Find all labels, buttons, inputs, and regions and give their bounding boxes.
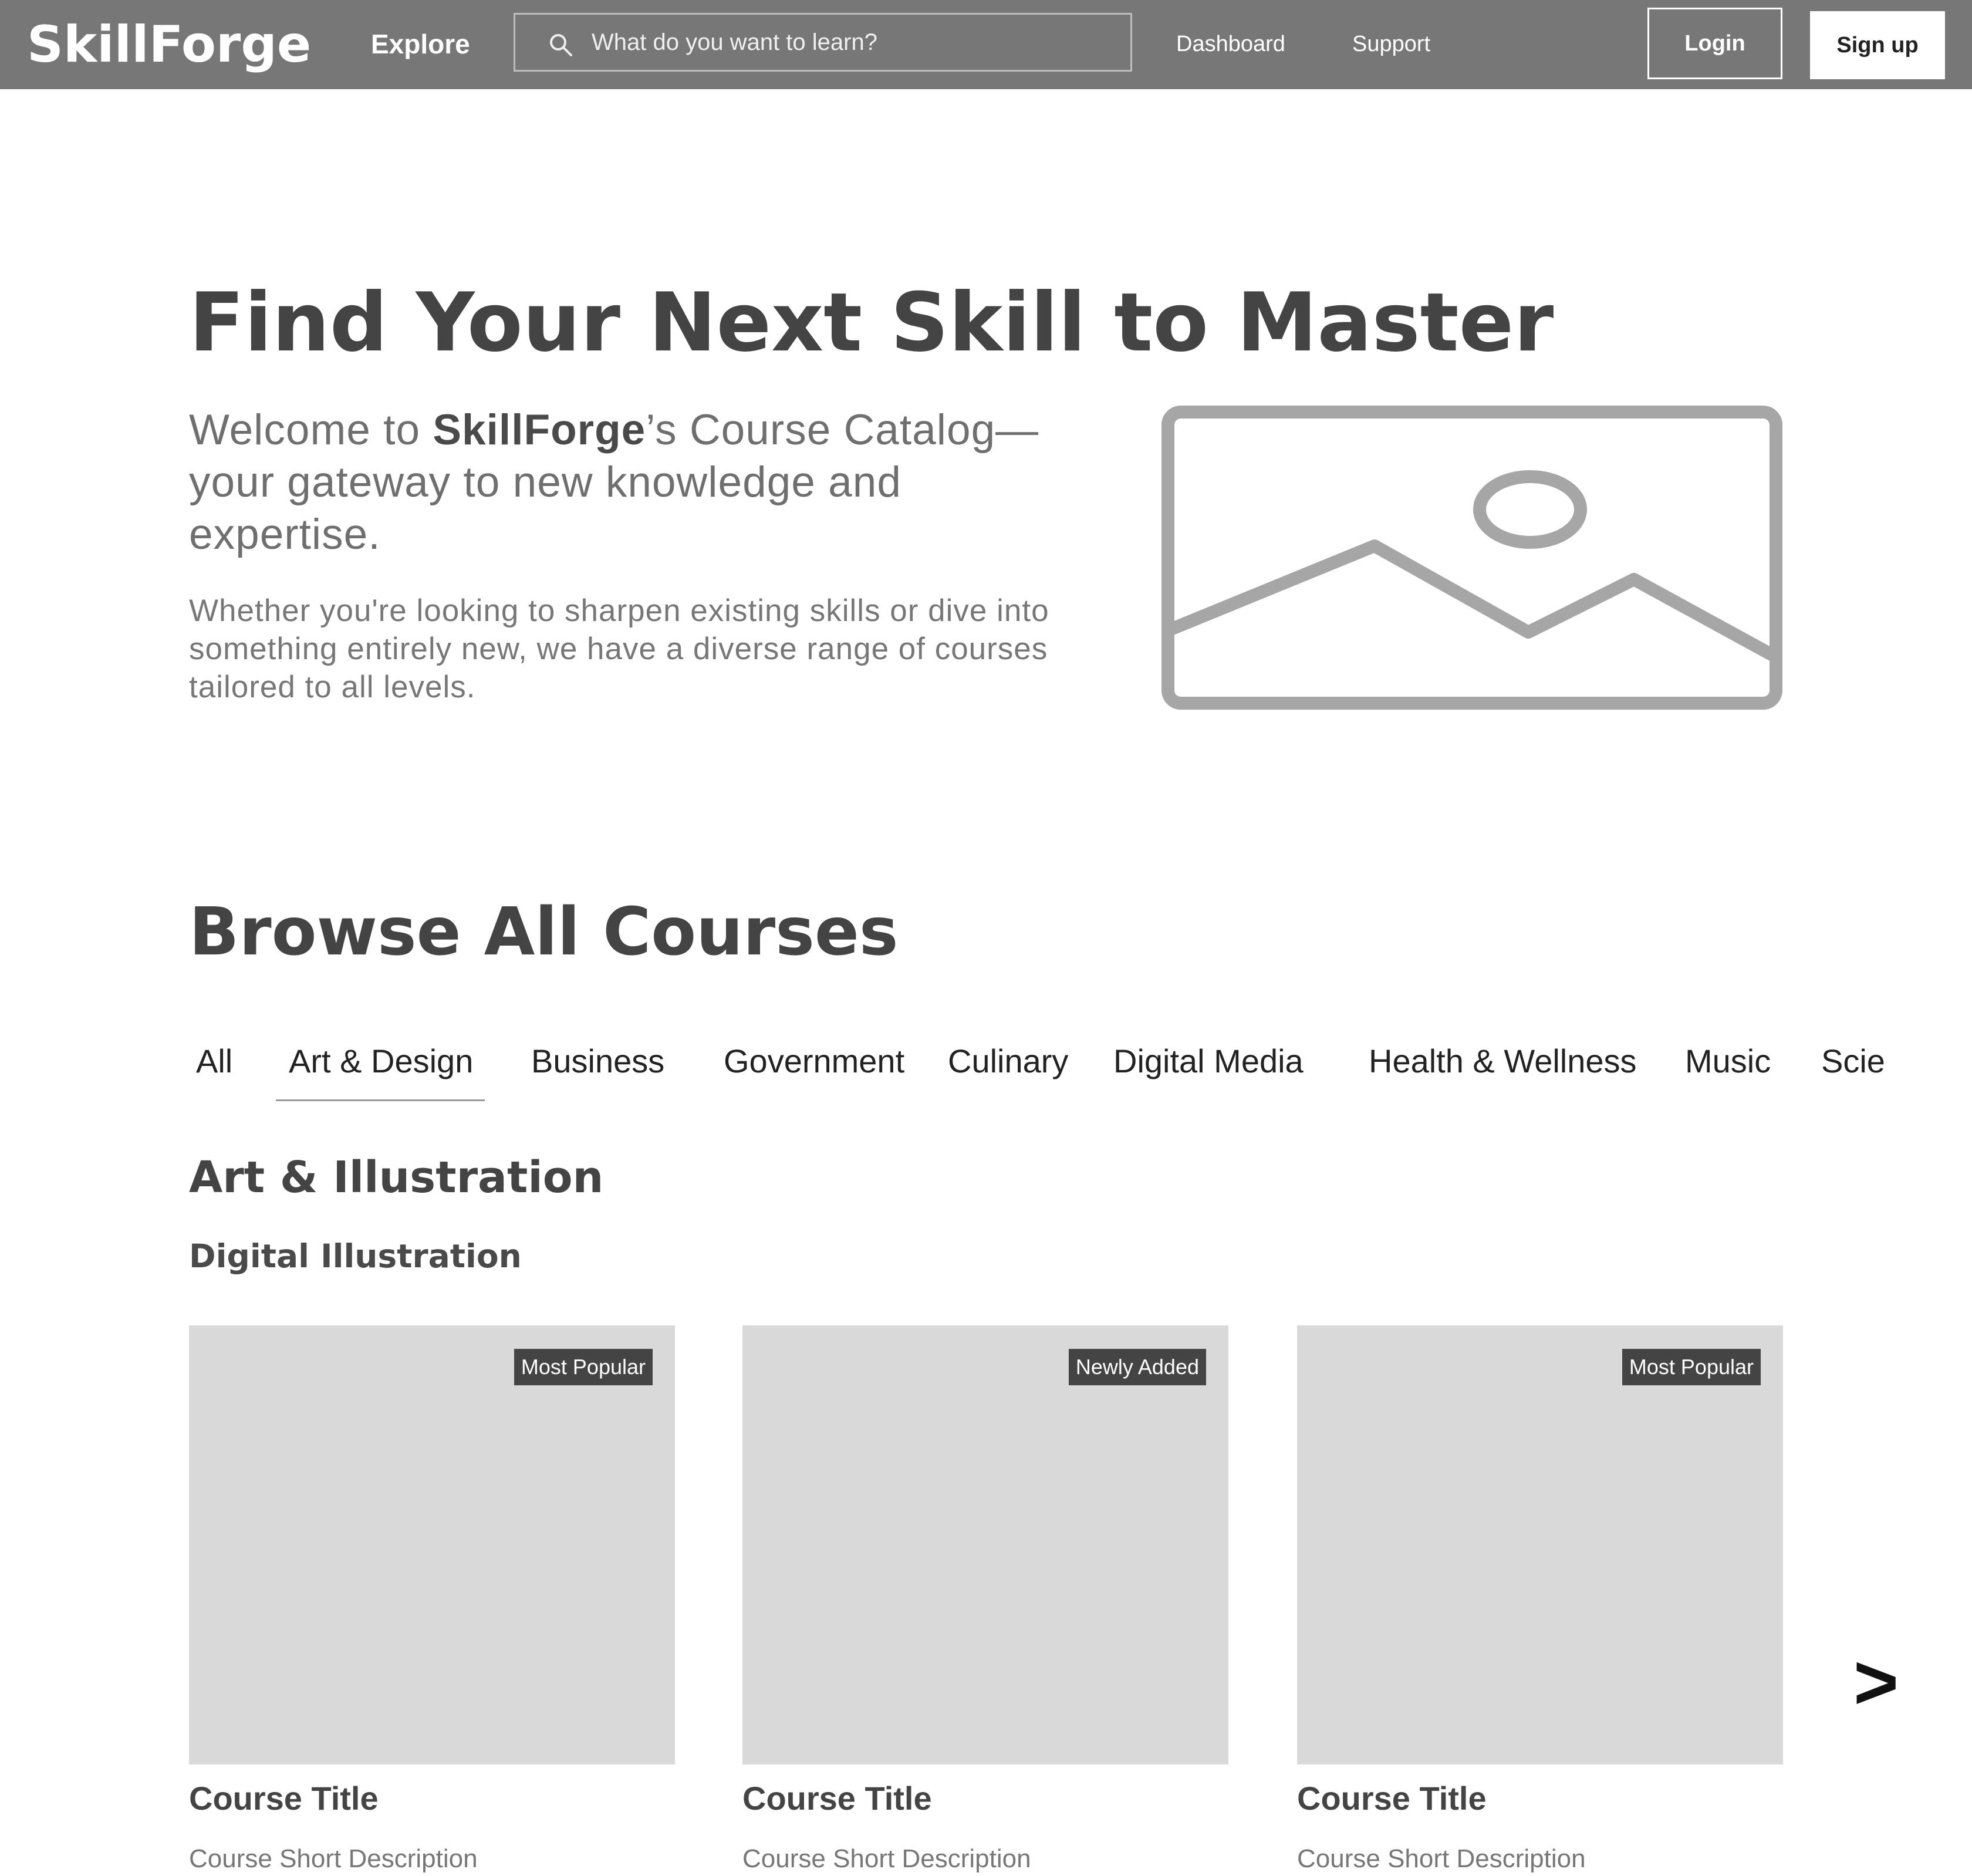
site-logo[interactable]: SkillForge (27, 14, 311, 75)
course-badge: Most Popular (1622, 1349, 1761, 1385)
nav-dashboard-link[interactable]: Dashboard (1176, 28, 1285, 60)
tab-digital-media[interactable]: Digital Media (1113, 1039, 1304, 1084)
signup-button[interactable]: Sign up (1810, 11, 1945, 79)
course-badge: Newly Added (1068, 1349, 1206, 1385)
hero-intro-pre: Welcome to (189, 406, 433, 454)
tab-culinary[interactable]: Culinary (948, 1039, 1068, 1084)
search-box[interactable] (514, 13, 1132, 72)
tab-government[interactable]: Government (724, 1039, 904, 1084)
course-thumbnail[interactable] (742, 1325, 1228, 1764)
course-description: Course Short Description (1297, 1844, 1586, 1873)
browse-title: Browse All Courses (189, 894, 899, 970)
category-title: Art & Illustration (189, 1152, 604, 1203)
course-title[interactable]: Course Title (742, 1777, 932, 1820)
hero-description: Whether you're looking to sharpen existi… (189, 593, 1049, 704)
tab-art-design[interactable]: Art & Design (289, 1039, 473, 1084)
search-input[interactable] (592, 15, 1108, 70)
course-thumbnail[interactable] (189, 1325, 675, 1764)
course-thumbnail[interactable] (1297, 1325, 1783, 1764)
active-tab-indicator (276, 1099, 485, 1101)
course-title[interactable]: Course Title (1297, 1777, 1487, 1820)
course-title[interactable]: Course Title (189, 1777, 379, 1820)
login-button[interactable]: Login (1647, 8, 1782, 79)
chevron-right-icon[interactable]: > (1853, 1641, 1899, 1723)
tab-business[interactable]: Business (531, 1039, 664, 1084)
hero-title: Find Your Next Skill to Master (189, 275, 1554, 370)
nav-support-link[interactable]: Support (1352, 28, 1430, 60)
tab-science[interactable]: Scie (1821, 1039, 1953, 1084)
hero-intro-brand: SkillForge (433, 406, 646, 454)
course-description: Course Short Description (189, 1844, 478, 1873)
image-placeholder-icon (1161, 406, 1782, 710)
nav-explore-link[interactable]: Explore (371, 26, 470, 62)
course-description: Course Short Description (742, 1844, 1031, 1873)
course-badge: Most Popular (514, 1349, 653, 1385)
subcategory-title: Digital Illustration (189, 1237, 522, 1275)
tab-music[interactable]: Music (1685, 1039, 1771, 1084)
search-icon (550, 34, 572, 56)
tab-all[interactable]: All (196, 1039, 232, 1084)
hero-intro: Welcome to SkillForge’s Course Catalog—y… (189, 404, 1105, 561)
tab-health-wellness[interactable]: Health & Wellness (1369, 1039, 1637, 1084)
